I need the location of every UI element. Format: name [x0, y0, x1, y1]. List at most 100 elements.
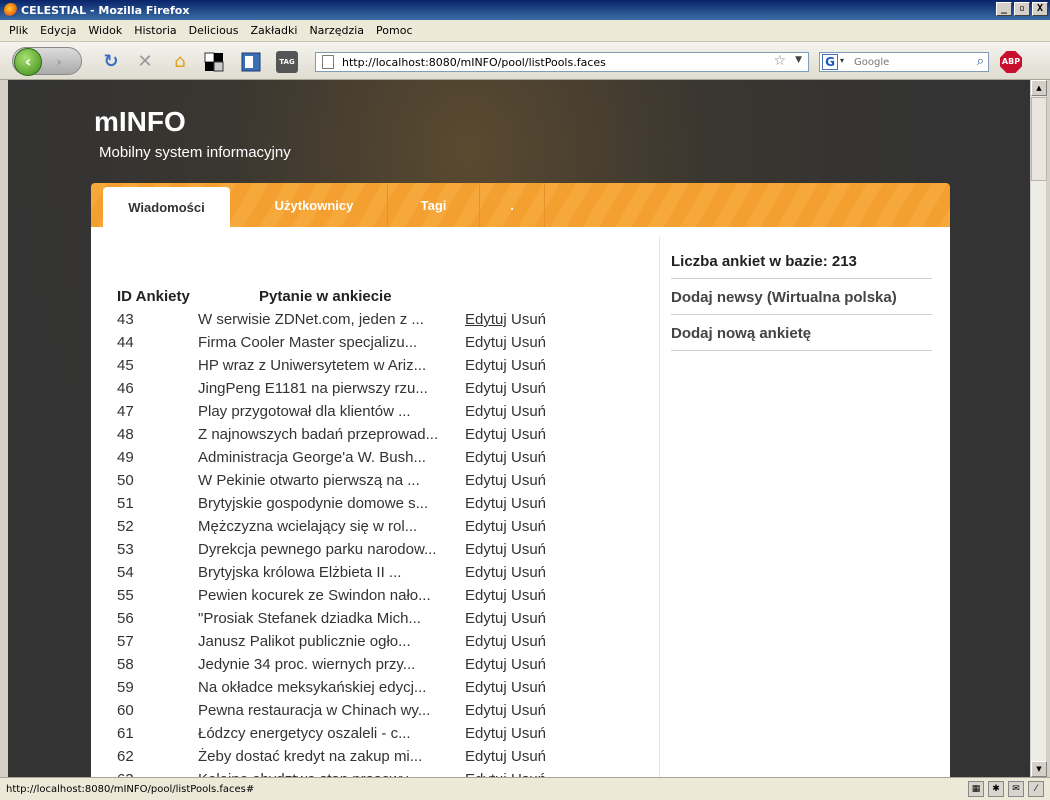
delete-link[interactable]: Usuń: [511, 633, 546, 650]
edit-link[interactable]: Edytuj: [465, 357, 507, 374]
edit-link[interactable]: Edytuj: [465, 380, 507, 397]
bookmarks-icon[interactable]: [240, 51, 262, 73]
google-icon[interactable]: G: [822, 54, 838, 70]
firefox-logo-icon: [4, 3, 18, 17]
resize-grip-icon: ⁄: [1028, 781, 1044, 797]
poll-id: 49: [117, 449, 134, 466]
edit-link[interactable]: Edytuj: [465, 679, 507, 696]
edit-link[interactable]: Edytuj: [465, 541, 507, 558]
edit-link[interactable]: Edytuj: [465, 702, 507, 719]
table-row: 57 Janusz Palikot publicznie ogło... Edytu…: [91, 633, 651, 656]
delete-link[interactable]: Usuń: [511, 656, 546, 673]
minimize-button[interactable]: _: [996, 2, 1012, 16]
engine-dropdown-icon[interactable]: ▾: [840, 56, 844, 65]
edit-link[interactable]: Edytuj: [465, 403, 507, 420]
scroll-down-icon[interactable]: ▼: [1031, 761, 1047, 777]
table-row: 58 Jedynie 34 proc. wiernych przy... Edytu…: [91, 656, 651, 679]
edit-link[interactable]: Edytuj: [465, 334, 507, 351]
delete-link[interactable]: Usuń: [511, 449, 546, 466]
tab-uzytkownicy[interactable]: Użytkownicy: [241, 183, 388, 227]
delete-link[interactable]: Usuń: [511, 472, 546, 489]
menu-bar: Plik Edycja Widok Historia Delicious Zak…: [0, 20, 1050, 42]
status-grid-icon[interactable]: ✱: [988, 781, 1004, 797]
delete-link[interactable]: Usuń: [511, 518, 546, 535]
delete-link[interactable]: Usuń: [511, 541, 546, 558]
edit-link[interactable]: Edytuj: [465, 472, 507, 489]
vertical-scrollbar[interactable]: ▲ ▼: [1030, 80, 1047, 777]
edit-link[interactable]: Edytuj: [465, 564, 507, 581]
delete-link[interactable]: Usuń: [511, 610, 546, 627]
edit-link[interactable]: Edytuj: [465, 518, 507, 535]
delete-link[interactable]: Usuń: [511, 679, 546, 696]
delete-link[interactable]: Usuń: [511, 380, 546, 397]
address-text: http://localhost:8080/mINFO/pool/listPoo…: [342, 55, 606, 69]
edit-link[interactable]: Edytuj: [465, 610, 507, 627]
main-tabs: Wiadomości Użytkownicy Tagi .: [91, 183, 950, 227]
menu-edycja[interactable]: Edycja: [35, 24, 83, 37]
menu-widok[interactable]: Widok: [83, 24, 129, 37]
status-bar: http://localhost:8080/mINFO/pool/listPoo…: [0, 777, 1050, 800]
delete-link[interactable]: Usuń: [511, 564, 546, 581]
delete-link[interactable]: Usuń: [511, 403, 546, 420]
scroll-thumb[interactable]: [1031, 97, 1047, 181]
stop-icon[interactable]: ✕: [134, 51, 156, 73]
poll-id: 57: [117, 633, 134, 650]
status-text: http://localhost:8080/mINFO/pool/listPoo…: [6, 783, 255, 795]
add-news-link[interactable]: Dodaj newsy (Wirtualna polska): [671, 287, 932, 315]
mail-icon[interactable]: ✉: [1008, 781, 1024, 797]
maximize-button[interactable]: ▫: [1014, 2, 1030, 16]
reload-icon[interactable]: ↻: [100, 51, 122, 73]
bookmark-star-icon[interactable]: ☆: [773, 53, 786, 69]
close-button[interactable]: X: [1032, 2, 1048, 16]
tag-icon[interactable]: TAG: [276, 51, 298, 73]
edit-link[interactable]: Edytuj: [465, 633, 507, 650]
delete-link[interactable]: Usuń: [511, 725, 546, 742]
table-row: 55 Pewien kocurek ze Swindon nało... Edytu…: [91, 587, 651, 610]
site-subtitle: Mobilny system informacyjny: [99, 144, 291, 161]
delete-link[interactable]: Usuń: [511, 311, 546, 328]
edit-link[interactable]: Edytuj: [465, 449, 507, 466]
edit-link[interactable]: Edytuj: [465, 495, 507, 512]
forward-arrow-icon[interactable]: ›: [50, 53, 68, 71]
search-icon[interactable]: ⌕: [977, 54, 984, 69]
delete-link[interactable]: Usuń: [511, 357, 546, 374]
back-arrow-icon[interactable]: ‹: [14, 48, 42, 76]
tab-tagi[interactable]: Tagi: [388, 183, 480, 227]
menu-delicious[interactable]: Delicious: [184, 24, 246, 37]
delete-link[interactable]: Usuń: [511, 426, 546, 443]
menu-narzedzia[interactable]: Narzędzia: [304, 24, 371, 37]
edit-link[interactable]: Edytuj: [465, 311, 507, 328]
tab-dot[interactable]: .: [480, 183, 545, 227]
header-question: Pytanie w ankiecie: [259, 288, 392, 305]
edit-link[interactable]: Edytuj: [465, 748, 507, 765]
scroll-up-icon[interactable]: ▲: [1031, 80, 1047, 96]
tab-wiadomosci[interactable]: Wiadomości: [103, 187, 230, 227]
table-row: 54 Brytyjska królowa Elżbieta II ... Edytu…: [91, 564, 651, 587]
poll-question: Play przygotował dla klientów ...: [198, 403, 411, 420]
menu-historia[interactable]: Historia: [129, 24, 183, 37]
poll-question: Pewien kocurek ze Swindon nało...: [198, 587, 431, 604]
edit-link[interactable]: Edytuj: [465, 587, 507, 604]
add-poll-link[interactable]: Dodaj nową ankietę: [671, 323, 932, 351]
delete-link[interactable]: Usuń: [511, 702, 546, 719]
poll-id: 56: [117, 610, 134, 627]
poll-count: Liczba ankiet w bazie: 213: [671, 251, 932, 279]
delicious-icon[interactable]: [203, 51, 225, 73]
delete-link[interactable]: Usuń: [511, 587, 546, 604]
menu-plik[interactable]: Plik: [4, 24, 35, 37]
adblock-icon[interactable]: ABP: [1000, 51, 1022, 73]
edit-link[interactable]: Edytuj: [465, 656, 507, 673]
poll-question: JingPeng E1181 na pierwszy rzu...: [198, 380, 428, 397]
delete-link[interactable]: Usuń: [511, 495, 546, 512]
edit-link[interactable]: Edytuj: [465, 426, 507, 443]
chevron-down-icon[interactable]: ▼: [795, 55, 802, 65]
delete-link[interactable]: Usuń: [511, 748, 546, 765]
menu-zakladki[interactable]: Zakładki: [246, 24, 305, 37]
edit-link[interactable]: Edytuj: [465, 725, 507, 742]
delete-link[interactable]: Usuń: [511, 334, 546, 351]
status-screen-icon[interactable]: ▦: [968, 781, 984, 797]
address-bar[interactable]: http://localhost:8080/mINFO/pool/listPoo…: [315, 52, 809, 72]
home-icon[interactable]: ⌂: [169, 51, 191, 73]
search-input[interactable]: G ▾ Google ⌕: [819, 52, 989, 72]
menu-pomoc[interactable]: Pomoc: [371, 24, 419, 37]
